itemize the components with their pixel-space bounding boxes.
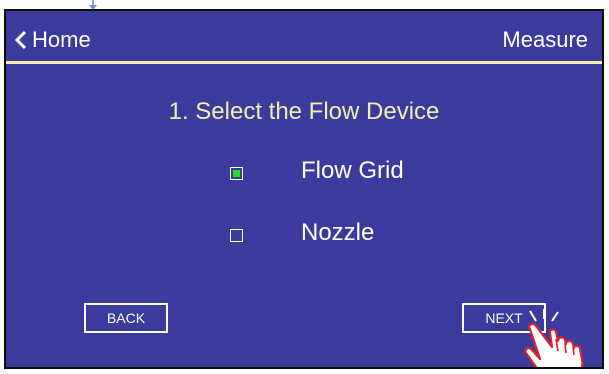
option-nozzle[interactable]: Nozzle (230, 219, 374, 247)
checkbox-checked-indicator (233, 169, 240, 177)
home-label: Home (32, 27, 91, 52)
nozzle-label: Nozzle (301, 219, 375, 246)
home-back-link[interactable]: Home (14, 27, 91, 53)
nozzle-checkbox[interactable] (230, 228, 243, 242)
measure-screen: Home Measure 1. Select the Flow Device F… (4, 9, 604, 369)
header-bar: Home Measure (6, 11, 602, 63)
flow-grid-label: Flow Grid (301, 157, 404, 184)
chevron-left-icon (14, 30, 27, 50)
flow-grid-checkbox[interactable] (230, 166, 243, 180)
option-flow-grid[interactable]: Flow Grid (230, 157, 404, 185)
next-button[interactable]: NEXT (462, 303, 546, 333)
header-divider (6, 61, 602, 64)
step-title: 1. Select the Flow Device (168, 98, 440, 125)
back-button[interactable]: BACK (84, 303, 168, 333)
page-title: Measure (502, 27, 588, 52)
